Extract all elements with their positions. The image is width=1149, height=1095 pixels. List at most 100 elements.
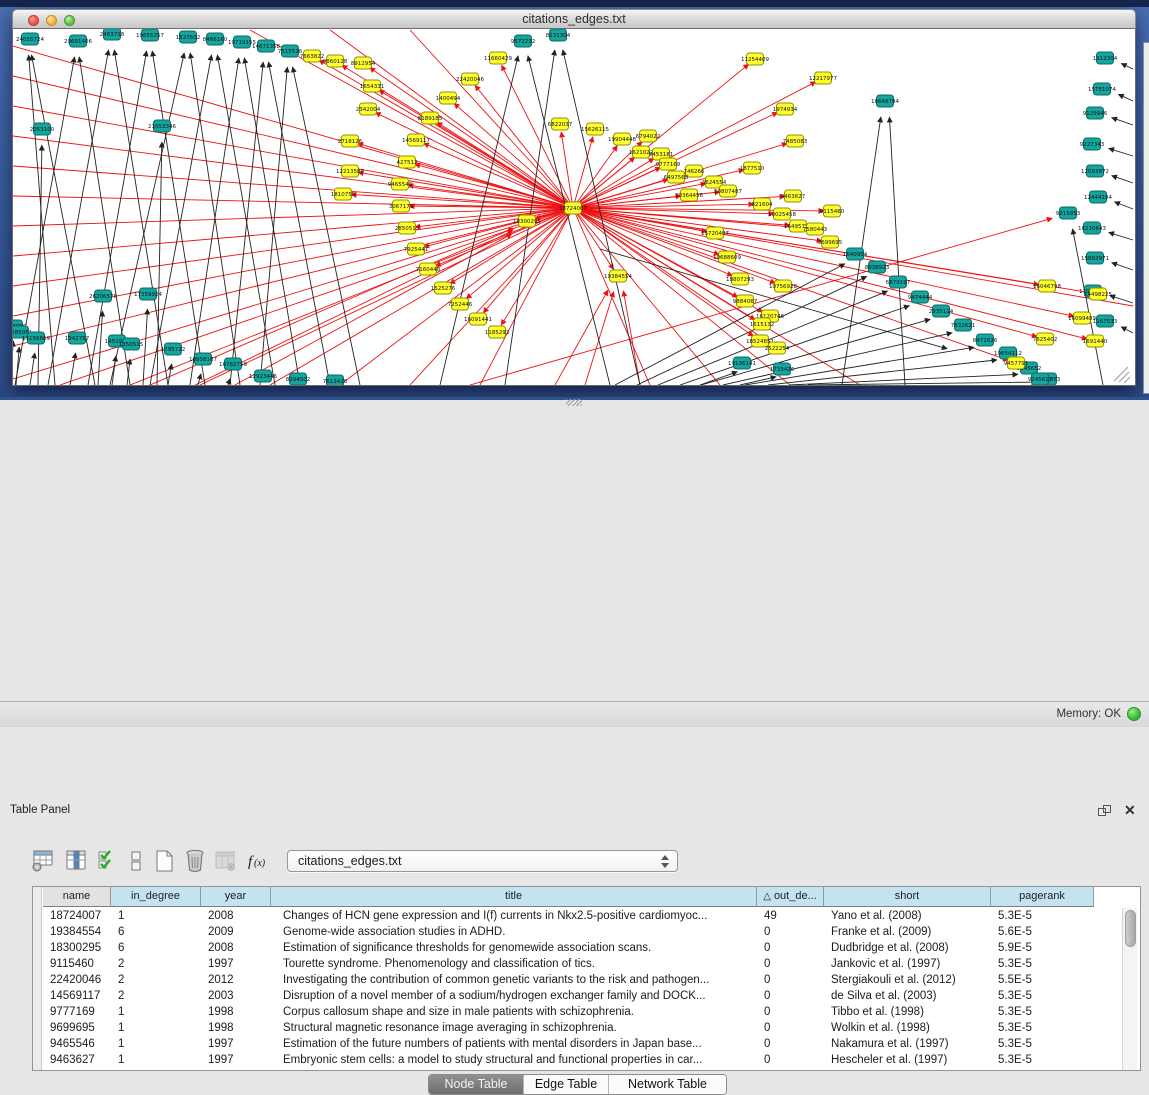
- network-node[interactable]: 9129946: [1083, 107, 1108, 119]
- network-node[interactable]: 8471626: [973, 334, 998, 346]
- network-node[interactable]: 9215953: [1056, 207, 1081, 219]
- table-row[interactable]: 969969511998Structural magnetic resonanc…: [43, 1020, 1094, 1036]
- network-node[interactable]: 12444194: [1084, 191, 1112, 203]
- network-node[interactable]: 1167533: [1093, 315, 1118, 327]
- network-node[interactable]: 16091441: [464, 313, 492, 325]
- network-node[interactable]: 8466160: [203, 33, 228, 45]
- network-node[interactable]: 7632621: [951, 319, 976, 331]
- network-node[interactable]: 12213589: [336, 165, 364, 177]
- resize-grip-icon[interactable]: [1124, 377, 1130, 383]
- network-node[interactable]: 9572232: [511, 35, 536, 47]
- network-node[interactable]: 11660429: [484, 52, 512, 64]
- panel-splitter-grip[interactable]: [566, 399, 582, 406]
- network-node[interactable]: 7663822: [300, 50, 325, 62]
- network-node[interactable]: 14671358: [252, 40, 280, 52]
- column-header-year[interactable]: year: [201, 887, 271, 907]
- network-node[interactable]: 19384554: [604, 270, 632, 282]
- network-node[interactable]: 15751074: [1088, 83, 1116, 95]
- row-height-icon[interactable]: [124, 848, 148, 874]
- network-node[interactable]: 1974934: [773, 103, 798, 115]
- minimize-traffic-light[interactable]: [46, 15, 57, 26]
- zoom-traffic-light[interactable]: [64, 15, 75, 26]
- tab-network-table[interactable]: Network Table: [608, 1075, 726, 1094]
- network-node[interactable]: 1112304: [1093, 52, 1118, 64]
- network-node[interactable]: 1400494: [436, 92, 461, 104]
- network-node[interactable]: 24055724: [16, 33, 44, 45]
- network-node[interactable]: 1615132: [750, 318, 775, 330]
- network-node[interactable]: 7485083: [783, 135, 808, 147]
- network-node[interactable]: 9474444: [908, 291, 933, 303]
- network-node[interactable]: 12093872: [1081, 165, 1109, 177]
- network-view-window[interactable]: citations_edges.txt 24055724206914062463…: [12, 9, 1136, 386]
- window-titlebar[interactable]: citations_edges.txt: [12, 9, 1136, 29]
- table-row[interactable]: 1456911722003Disruption of a novel membe…: [43, 988, 1094, 1004]
- network-node[interactable]: 1877510: [740, 162, 765, 174]
- network-node[interactable]: 2522254: [765, 342, 790, 354]
- show-columns-icon[interactable]: [64, 848, 88, 874]
- network-node[interactable]: 12217977: [809, 72, 837, 84]
- table-selector-dropdown[interactable]: citations_edges.txt: [287, 850, 678, 872]
- network-node[interactable]: 821604: [752, 198, 773, 210]
- network-node[interactable]: 9463627: [781, 190, 806, 202]
- new-table-icon[interactable]: [152, 848, 176, 874]
- table-row[interactable]: 2242004622012Investigating the contribut…: [43, 972, 1094, 988]
- network-node[interactable]: 1640954: [843, 248, 868, 260]
- network-node[interactable]: 7580443: [803, 223, 828, 235]
- resize-grip-icon[interactable]: [1114, 367, 1128, 381]
- tab-node-table[interactable]: Node Table: [429, 1075, 523, 1094]
- network-node[interactable]: 7625402: [1033, 333, 1058, 345]
- network-node[interactable]: 8912954: [351, 57, 376, 69]
- network-node[interactable]: 1733426: [770, 363, 795, 375]
- column-header-pagerank[interactable]: pagerank: [991, 887, 1094, 907]
- table-settings-icon[interactable]: [31, 848, 55, 874]
- network-node[interactable]: 15626115: [581, 123, 609, 135]
- network-node[interactable]: 9860128: [323, 55, 348, 67]
- network-node[interactable]: 8131304: [546, 29, 571, 41]
- network-node[interactable]: 7252446: [448, 298, 473, 310]
- network-node[interactable]: 17359924: [134, 288, 162, 300]
- network-node[interactable]: 21053346: [148, 120, 176, 132]
- network-node[interactable]: 1795722: [161, 343, 186, 355]
- network-node[interactable]: 2935114: [929, 305, 954, 317]
- network-node[interactable]: 6794022: [636, 130, 661, 142]
- table-row[interactable]: 977716911998Corpus callosum shape and si…: [43, 1004, 1094, 1020]
- column-header-name[interactable]: name: [43, 887, 111, 907]
- network-node[interactable]: 1810755: [331, 188, 356, 200]
- network-node[interactable]: 7925441: [404, 243, 429, 255]
- network-node[interactable]: 9884067: [733, 295, 758, 307]
- network-node[interactable]: 9115460: [820, 205, 845, 217]
- table-row[interactable]: 946554611997Estimation of the future num…: [43, 1036, 1094, 1052]
- network-node[interactable]: 1691440: [1083, 335, 1108, 347]
- scrollbar-thumb[interactable]: [1125, 910, 1136, 947]
- network-node[interactable]: 10756928: [769, 280, 797, 292]
- network-node[interactable]: 20691406: [64, 35, 92, 47]
- network-node[interactable]: 9465546: [388, 178, 413, 190]
- float-panel-icon[interactable]: [1098, 805, 1111, 816]
- table-row[interactable]: 1938455462009Genome-wide association stu…: [43, 924, 1094, 940]
- memory-status-indicator[interactable]: [1127, 707, 1141, 721]
- network-node[interactable]: 15720407: [701, 227, 729, 239]
- network-node[interactable]: 9227343: [1080, 138, 1105, 150]
- network-node[interactable]: 1525276: [431, 282, 456, 294]
- column-header-title[interactable]: title: [271, 887, 757, 907]
- network-node[interactable]: 9699695: [818, 236, 843, 248]
- column-header-in_degree[interactable]: in_degree: [111, 887, 201, 907]
- table-row[interactable]: 1830029562008Estimation of significance …: [43, 940, 1094, 956]
- delete-column-icon[interactable]: [183, 848, 207, 874]
- function-builder-icon[interactable]: f(x): [246, 848, 270, 874]
- column-header-out_de[interactable]: △out_de...: [757, 887, 824, 907]
- close-panel-icon[interactable]: ✕: [1124, 801, 1136, 819]
- close-traffic-light[interactable]: [28, 15, 39, 26]
- tab-edge-table[interactable]: Edge Table: [523, 1075, 608, 1094]
- network-node[interactable]: 6822037: [548, 118, 573, 130]
- network-node[interactable]: 427512: [397, 156, 418, 168]
- column-header-short[interactable]: short: [824, 887, 991, 907]
- network-node[interactable]: 2053100: [30, 123, 55, 135]
- network-node[interactable]: 16782759: [219, 358, 247, 370]
- network-node[interactable]: 12923446: [249, 370, 277, 382]
- network-node[interactable]: 9245612: [1028, 373, 1053, 385]
- network-node[interactable]: 22420046: [456, 73, 484, 85]
- table-row[interactable]: 1872400712008Changes of HCN gene express…: [43, 908, 1094, 924]
- network-node[interactable]: 16648794: [871, 95, 899, 107]
- network-node[interactable]: 8189185: [418, 112, 443, 124]
